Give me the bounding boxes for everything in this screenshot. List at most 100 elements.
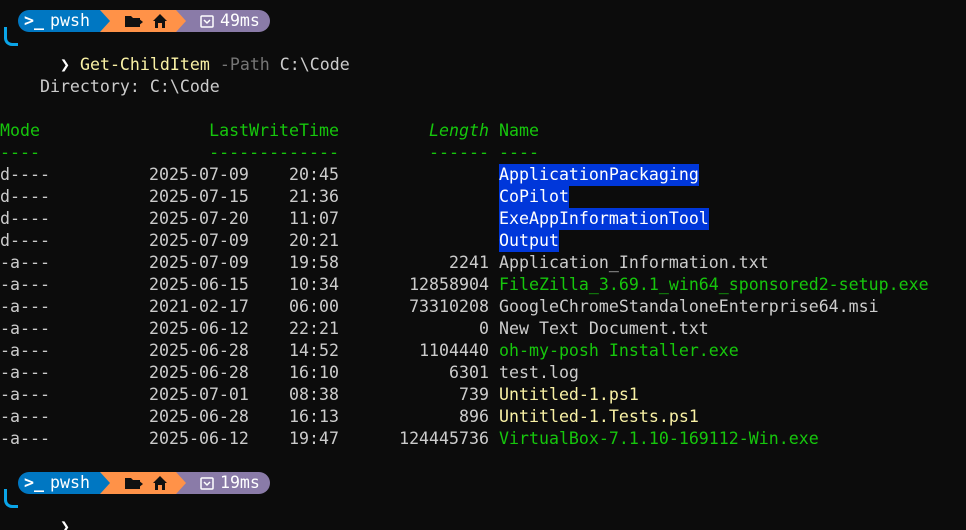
table-row: d---- 2025-07-09 20:21 Output — [0, 230, 966, 252]
cell-time: 20:21 — [289, 231, 339, 250]
path-segment — [109, 10, 176, 32]
cell-date: 2025-07-01 — [149, 385, 249, 404]
cell-name[interactable]: FileZilla_3.69.1_win64_sponsored2-setup.… — [499, 274, 929, 296]
cell-mode: -a--- — [0, 385, 50, 404]
cell-date: 2025-07-15 — [149, 187, 249, 206]
stopwatch-icon — [200, 477, 214, 490]
cell-name[interactable]: test.log — [499, 362, 579, 384]
cell-name[interactable]: Untitled-1.Tests.ps1 — [499, 406, 699, 428]
cell-time: 21:36 — [289, 187, 339, 206]
cell-name[interactable]: New Text Document.txt — [499, 318, 709, 340]
column-underline-row: ---- ------------- ------ ---- — [0, 142, 966, 164]
command-argument: C:\Code — [279, 55, 350, 74]
cell-length: 6301 — [449, 363, 489, 382]
underline-mode: ---- — [0, 143, 40, 162]
cell-time: 20:45 — [289, 165, 339, 184]
cell-mode: -a--- — [0, 407, 50, 426]
cell-date: 2025-06-28 — [149, 341, 249, 360]
cell-date: 2025-06-15 — [149, 275, 249, 294]
cell-length — [350, 208, 489, 230]
cell-length: 896 — [459, 407, 489, 426]
cell-name[interactable]: Output — [499, 230, 559, 252]
home-icon — [152, 14, 167, 28]
segment-separator — [175, 472, 186, 494]
execution-time-segment: 19ms — [185, 472, 270, 494]
prompt-chevron-icon: ❯ — [59, 517, 70, 530]
cell-time: 10:34 — [289, 275, 339, 294]
cell-name[interactable]: Untitled-1.ps1 — [499, 384, 639, 406]
cell-date: 2025-07-09 — [149, 231, 249, 250]
cell-time: 19:47 — [289, 429, 339, 448]
cell-mode: -a--- — [0, 253, 50, 272]
directory-header: Directory: C:\Code — [0, 77, 220, 96]
shell-name: pwsh — [49, 11, 90, 30]
cell-mode: -a--- — [0, 319, 50, 338]
prompt-chevron-icon: ❯ — [59, 55, 70, 74]
cell-length: 2241 — [449, 253, 489, 272]
cell-mode: -a--- — [0, 275, 50, 294]
cell-mode: -a--- — [0, 429, 50, 448]
table-row: -a--- 2025-07-01 08:38 739 Untitled-1.ps1 — [0, 384, 966, 406]
cell-date: 2025-07-09 — [149, 253, 249, 272]
cell-time: 16:13 — [289, 407, 339, 426]
shell-segment: >_ pwsh — [18, 10, 100, 32]
segment-separator — [175, 10, 186, 32]
prompt-segments-2: >_ pwsh 19ms — [18, 472, 270, 494]
prompt-segments-1: >_ pwsh 49ms — [18, 10, 270, 32]
command-line[interactable]: ❯ Get-ChildItem -Path C:\Code — [20, 32, 350, 74]
segment-separator — [99, 10, 110, 32]
cell-time: 11:07 — [289, 209, 339, 228]
table-row: d---- 2025-07-20 11:07 ExeAppInformationToo… — [0, 208, 966, 230]
table-row: d---- 2025-07-15 21:36 CoPilot — [0, 186, 966, 208]
cell-date: 2025-06-28 — [149, 363, 249, 382]
shell-name: pwsh — [49, 473, 90, 492]
cell-name[interactable]: CoPilot — [499, 186, 569, 208]
table-row: -a--- 2025-07-09 19:58 2241 Application_Info… — [0, 252, 966, 274]
folder-arrow-icon — [124, 478, 143, 489]
cell-date: 2025-06-28 — [149, 407, 249, 426]
cell-time: 08:38 — [289, 385, 339, 404]
execution-time: 19ms — [219, 473, 260, 492]
column-header-row: Mode LastWriteTime Length Name — [0, 120, 966, 142]
shell-segment: >_ pwsh — [18, 472, 100, 494]
cell-name[interactable]: GoogleChromeStandaloneEnterprise64.msi — [499, 296, 879, 318]
cell-mode: -a--- — [0, 297, 50, 316]
command-line-empty[interactable]: ❯ — [20, 494, 70, 530]
cell-date: 2025-06-12 — [149, 429, 249, 448]
table-row: -a--- 2025-06-28 16:13 896 Untitled-1.Tests.… — [0, 406, 966, 428]
cell-name[interactable]: ExeAppInformationTool — [499, 208, 709, 230]
column-name: Name — [499, 121, 539, 140]
terminal-window[interactable]: >_ pwsh 49ms ❯ Get-ChildItem -Path C:\Co… — [0, 0, 966, 530]
table-row: -a--- 2025-06-12 22:21 0 New Text Document.t… — [0, 318, 966, 340]
cell-name[interactable]: ApplicationPackaging — [499, 164, 699, 186]
cell-mode: d---- — [0, 231, 50, 250]
terminal-prompt-icon: >_ — [24, 11, 44, 30]
cell-length: 12858904 — [409, 275, 489, 294]
cell-length: 73310208 — [409, 297, 489, 316]
cell-date: 2021-02-17 — [149, 297, 249, 316]
cell-mode: -a--- — [0, 341, 50, 360]
cell-time: 22:21 — [289, 319, 339, 338]
cell-length: 0 — [479, 319, 489, 338]
path-segment — [109, 472, 176, 494]
cell-date: 2025-06-12 — [149, 319, 249, 338]
cell-name[interactable]: oh-my-posh Installer.exe — [499, 340, 739, 362]
column-length: Length — [429, 121, 489, 140]
cell-length: 739 — [459, 385, 489, 404]
cell-time: 14:52 — [289, 341, 339, 360]
cell-name[interactable]: Application_Information.txt — [499, 252, 769, 274]
cell-length — [350, 164, 489, 186]
cell-mode: -a--- — [0, 363, 50, 382]
cell-length — [350, 230, 489, 252]
command-name: Get-ChildItem — [79, 55, 210, 74]
underline-lastwritetime: ------------- — [209, 143, 339, 162]
stopwatch-icon — [200, 15, 214, 28]
cell-length — [350, 186, 489, 208]
table-row: d---- 2025-07-09 20:45 ApplicationPackaging — [0, 164, 966, 186]
prompt-connector — [4, 27, 18, 46]
cell-length: 1104440 — [419, 341, 489, 360]
home-icon — [152, 476, 167, 490]
cell-name[interactable]: VirtualBox-7.1.10-169112-Win.exe — [499, 428, 819, 450]
underline-name: ---- — [499, 143, 539, 162]
column-mode: Mode — [0, 121, 40, 140]
